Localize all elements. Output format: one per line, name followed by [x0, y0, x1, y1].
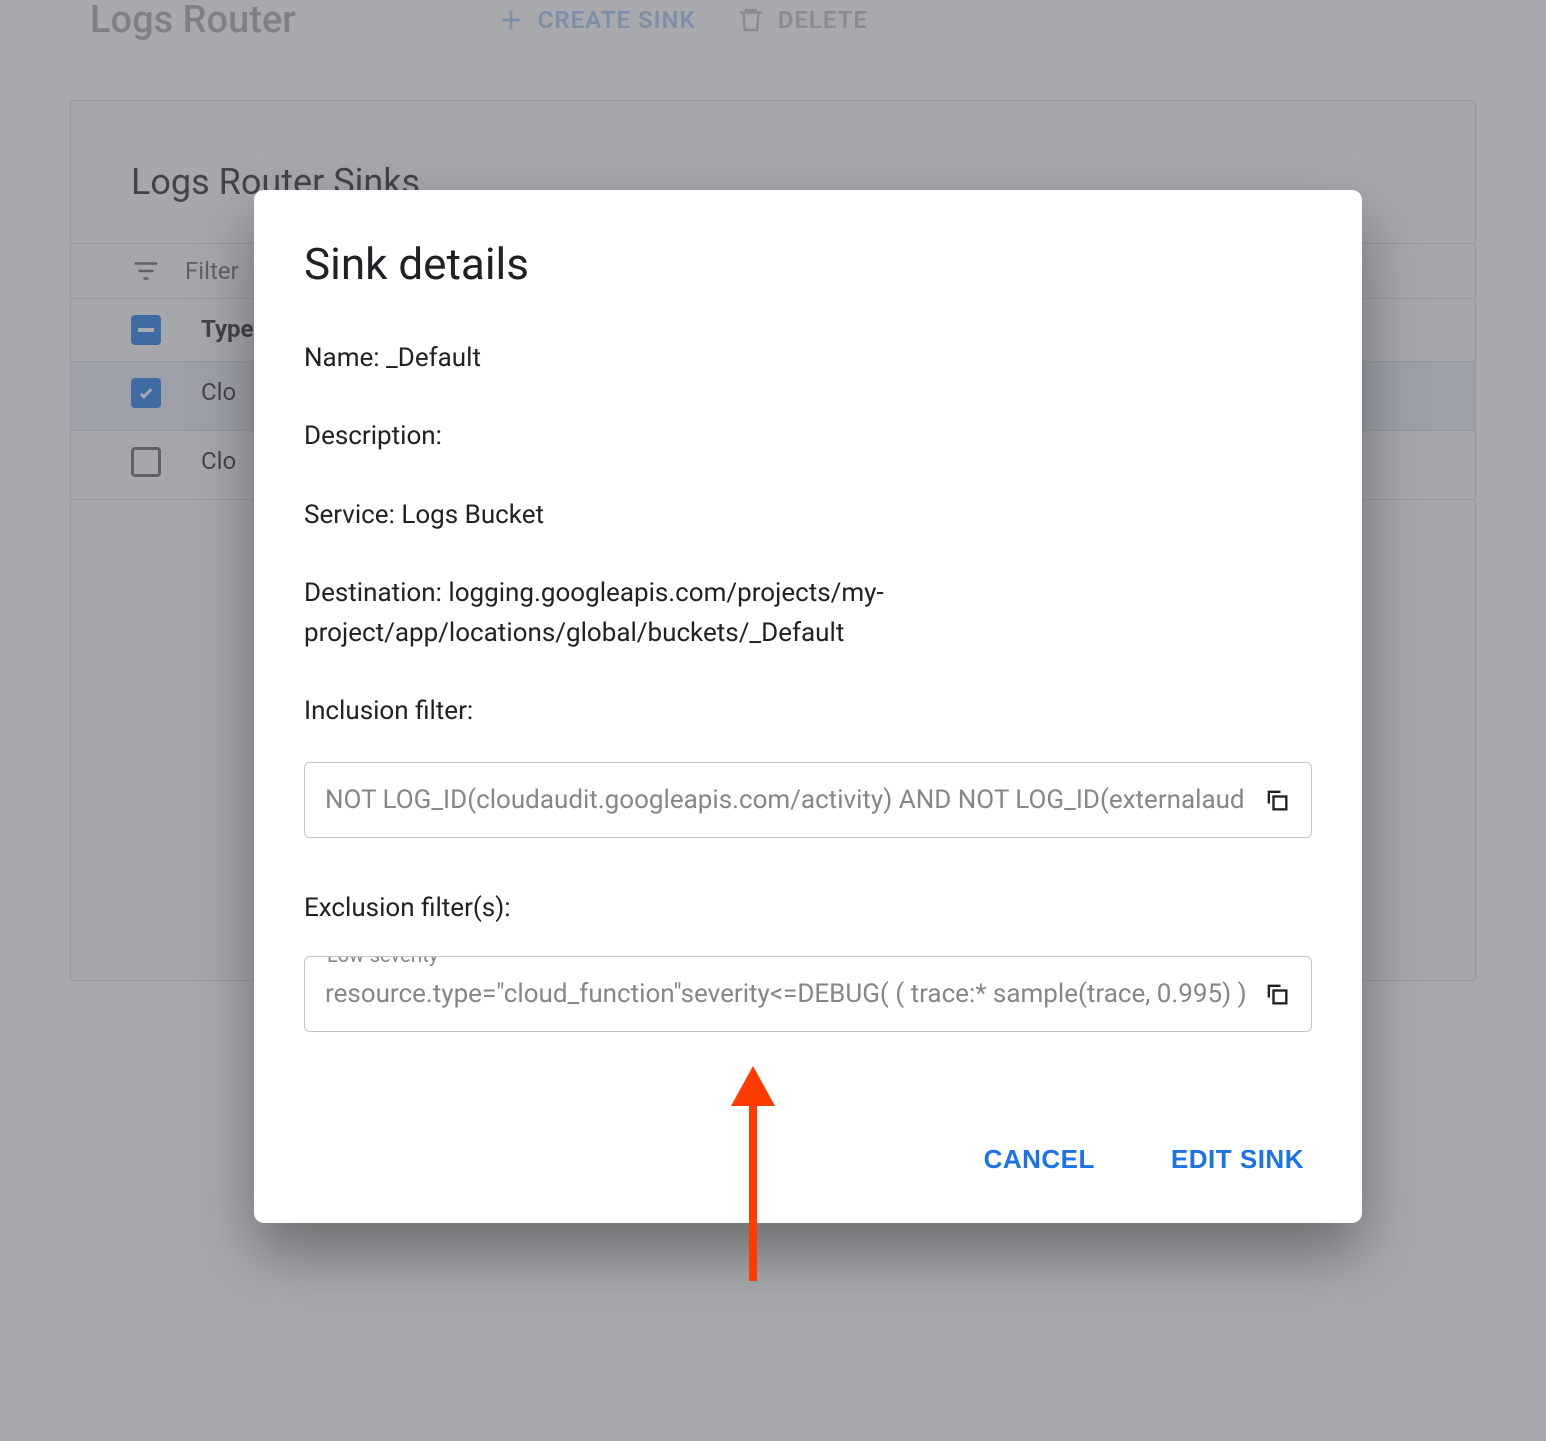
service-field: Service: Logs Bucket	[304, 495, 1312, 535]
service-value: Logs Bucket	[401, 500, 544, 530]
inclusion-filter-box: NOT LOG_ID(cloudaudit.googleapis.com/act…	[304, 762, 1312, 838]
destination-label: Destination:	[304, 578, 442, 608]
name-value: _Default	[386, 343, 481, 373]
destination-field: Destination: logging.googleapis.com/proj…	[304, 573, 1312, 654]
inclusion-label: Inclusion filter:	[304, 691, 1312, 731]
inclusion-filter-value: NOT LOG_ID(cloudaudit.googleapis.com/act…	[325, 785, 1245, 815]
name-label: Name:	[304, 343, 380, 373]
description-label: Description:	[304, 421, 442, 451]
copy-icon	[1263, 786, 1291, 814]
copy-exclusion-button[interactable]	[1261, 978, 1293, 1010]
cancel-button[interactable]: CANCEL	[976, 1132, 1103, 1187]
dialog-actions: CANCEL EDIT SINK	[304, 1132, 1312, 1187]
name-field: Name: _Default	[304, 338, 1312, 378]
service-label: Service:	[304, 500, 395, 530]
copy-icon	[1263, 980, 1291, 1008]
exclusion-filter-value: resource.type="cloud_function"severity<=…	[325, 979, 1247, 1009]
edit-sink-button[interactable]: EDIT SINK	[1163, 1132, 1312, 1187]
exclusion-legend: Low-severity	[319, 956, 446, 967]
dialog-title: Sink details	[304, 238, 1312, 290]
description-field: Description:	[304, 416, 1312, 456]
exclusion-filter-box: Low-severity resource.type="cloud_functi…	[304, 956, 1312, 1032]
exclusion-label: Exclusion filter(s):	[304, 888, 1312, 928]
sink-details-dialog: Sink details Name: _Default Description:…	[254, 190, 1362, 1223]
copy-inclusion-button[interactable]	[1261, 784, 1293, 816]
